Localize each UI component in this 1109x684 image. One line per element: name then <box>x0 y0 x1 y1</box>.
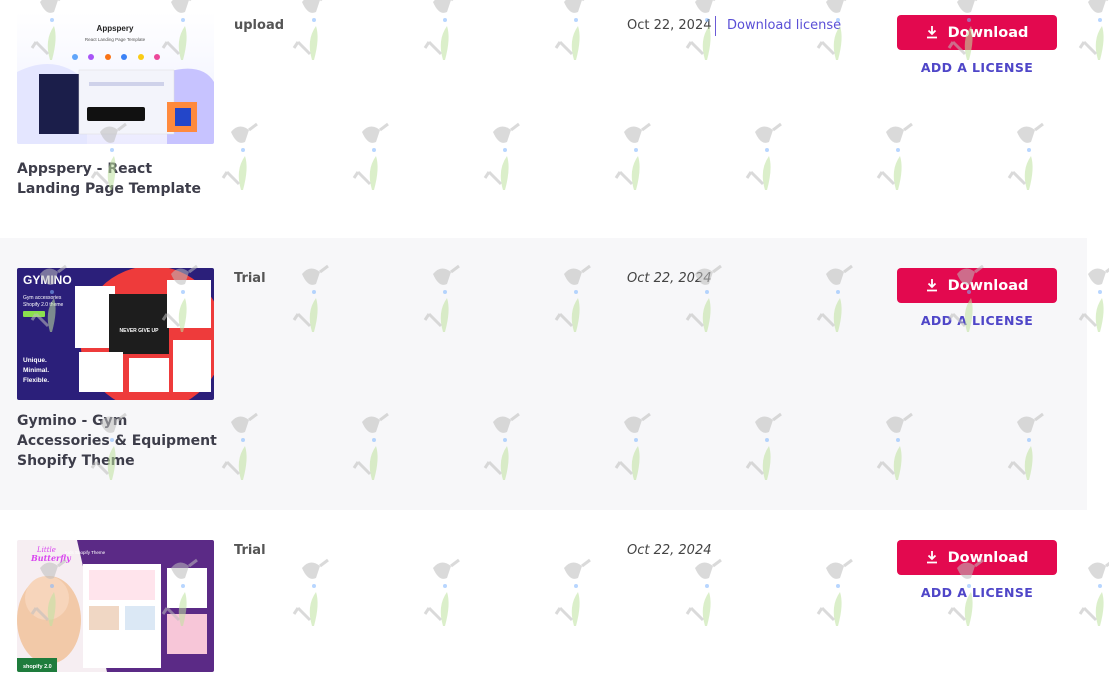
list-item: Little Butterfly Kids Shopify Theme shop… <box>0 510 1087 684</box>
license-type: Trial <box>234 271 266 286</box>
purchase-date: Oct 22, 2024 <box>627 18 712 33</box>
download-button-label: Download <box>947 24 1029 41</box>
purchase-date: Oct 22, 2024 <box>627 543 712 558</box>
download-icon <box>926 279 937 292</box>
list-item: GYMINO Gym accessories Shopify 2.0 theme… <box>0 238 1087 510</box>
download-button[interactable]: Download <box>897 540 1057 575</box>
divider <box>715 16 716 36</box>
product-thumbnail[interactable]: GYMINO Gym accessories Shopify 2.0 theme… <box>17 268 214 400</box>
product-title[interactable]: Appspery - React Landing Page Template <box>17 159 217 199</box>
thumb-text: NEVER GIVE UP <box>120 328 160 334</box>
download-icon <box>926 551 937 564</box>
thumb-text: Unique. <box>23 357 47 364</box>
thumb-text: Minimal. <box>23 367 49 374</box>
product-thumbnail[interactable]: Little Butterfly Kids Shopify Theme shop… <box>17 540 214 672</box>
list-item: Appspery React Landing Page Template App… <box>0 0 1087 238</box>
download-button-label: Download <box>947 277 1029 294</box>
thumb-text: shopify 2.0 <box>23 664 52 670</box>
add-license-link[interactable]: ADD A LICENSE <box>897 585 1057 600</box>
thumb-text: Flexible. <box>23 377 49 384</box>
product-thumbnail[interactable]: Appspery React Landing Page Template <box>17 12 214 144</box>
thumb-brand: GYMINO <box>23 273 72 287</box>
purchase-date: Oct 22, 2024 <box>627 271 712 286</box>
license-type: Trial <box>234 543 266 558</box>
downloads-list: Appspery React Landing Page Template App… <box>0 0 1109 684</box>
thumb-text: Shopify 2.0 theme <box>23 302 64 308</box>
add-license-link[interactable]: ADD A LICENSE <box>897 60 1057 75</box>
download-license-link[interactable]: Download license <box>727 18 841 33</box>
thumb-text: Kids Shopify Theme <box>65 550 106 555</box>
add-license-link[interactable]: ADD A LICENSE <box>897 313 1057 328</box>
product-title[interactable]: Gymino - Gym Accessories & Equipment Sho… <box>17 411 217 471</box>
thumb-subtitle: React Landing Page Template <box>85 37 146 42</box>
download-button-label: Download <box>947 549 1029 566</box>
download-icon <box>926 26 937 39</box>
license-type: upload <box>234 18 285 33</box>
thumb-brand: Appspery <box>97 24 134 33</box>
download-button[interactable]: Download <box>897 268 1057 303</box>
download-button[interactable]: Download <box>897 15 1057 50</box>
thumb-text: Gym accessories <box>23 295 62 301</box>
